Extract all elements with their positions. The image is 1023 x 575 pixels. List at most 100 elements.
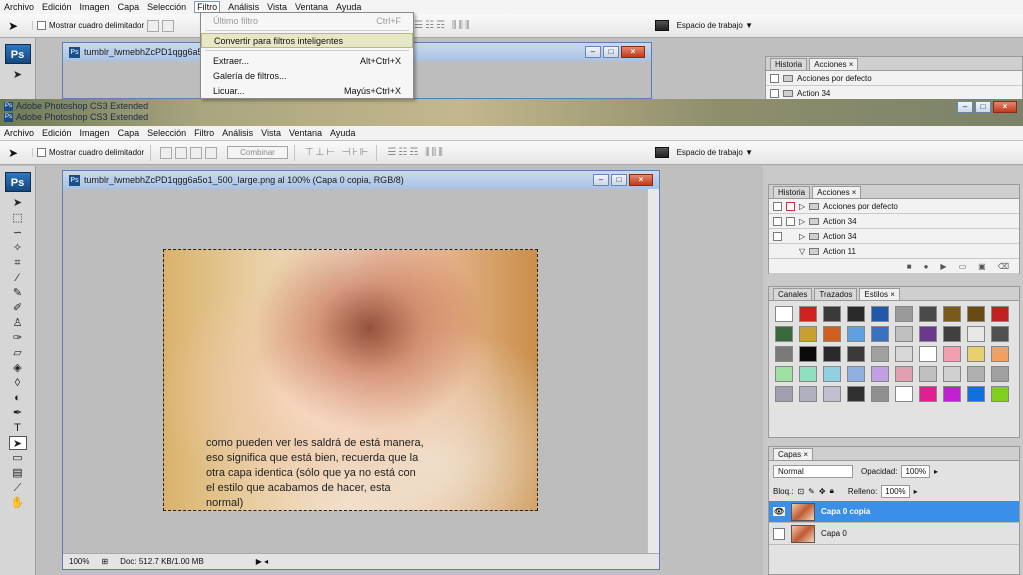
menu-imagen[interactable]: Imagen xyxy=(80,128,110,138)
minimize-icon[interactable]: – xyxy=(593,174,609,186)
play-icon[interactable]: ▶ xyxy=(940,262,946,271)
align-icon[interactable] xyxy=(162,19,175,32)
style-swatch[interactable] xyxy=(943,326,961,342)
check-icon[interactable] xyxy=(770,73,779,83)
minimize-icon[interactable]: – xyxy=(585,46,601,58)
style-swatch[interactable] xyxy=(871,326,889,342)
style-swatch[interactable] xyxy=(847,346,865,362)
layer-row[interactable]: 👁︎ Capa 0 copia xyxy=(769,501,1019,523)
tab-trazados[interactable]: Trazados xyxy=(814,288,858,300)
layer-row[interactable]: Capa 0 xyxy=(769,523,1019,545)
style-swatch[interactable] xyxy=(871,306,889,322)
style-swatch[interactable] xyxy=(775,306,793,322)
menu-item-extraer[interactable]: Extraer... Alt+Ctrl+X xyxy=(201,53,413,68)
menu-seleccion[interactable]: Selección xyxy=(147,128,186,138)
move-tool-icon[interactable]: ➤ xyxy=(0,19,26,33)
style-swatch[interactable] xyxy=(823,366,841,382)
eyedropper-icon[interactable]: ⟋ xyxy=(9,481,27,495)
tab-historia[interactable]: Historia xyxy=(770,58,808,70)
style-swatch[interactable] xyxy=(799,366,817,382)
expand-arrow-icon[interactable]: ▷ xyxy=(799,202,805,211)
menu-imagen[interactable]: Imagen xyxy=(80,2,110,12)
style-swatch[interactable] xyxy=(895,366,913,382)
eye-icon[interactable]: 👁︎ xyxy=(773,507,785,516)
tab-capas[interactable]: Capas × xyxy=(773,448,814,460)
move-tool-icon[interactable]: ➤ xyxy=(9,196,27,210)
style-swatch[interactable] xyxy=(967,366,985,382)
close-icon[interactable]: × xyxy=(621,46,645,58)
image-canvas[interactable]: como pueden ver les saldrá de está maner… xyxy=(163,249,538,511)
menu-edicion[interactable]: Edición xyxy=(42,128,72,138)
menu-item-ultimo-filtro[interactable]: Último filtro Ctrl+F xyxy=(201,13,413,28)
dodge-tool-icon[interactable]: ◐ xyxy=(9,391,27,405)
fill-slider-arrow-icon[interactable]: ▸ xyxy=(914,487,918,496)
vertical-scrollbar[interactable] xyxy=(647,189,659,553)
maximize-icon[interactable]: □ xyxy=(603,46,619,58)
show-bounds-checkbox[interactable] xyxy=(37,148,46,157)
stop-icon[interactable]: ■ xyxy=(907,262,912,271)
trash-icon[interactable]: ⌫ xyxy=(998,262,1009,271)
lock-transparent-icon[interactable]: ⊡ xyxy=(797,487,804,496)
fill-input[interactable]: 100% xyxy=(881,484,910,498)
style-swatch[interactable] xyxy=(799,326,817,342)
align-icon[interactable] xyxy=(205,146,218,159)
workspace-menu[interactable]: Espacio de trabajo ▼ xyxy=(654,147,753,158)
opacity-slider-arrow-icon[interactable]: ▸ xyxy=(934,467,938,476)
lasso-tool-icon[interactable]: ∽ xyxy=(9,226,27,240)
style-swatch[interactable] xyxy=(847,326,865,342)
style-swatch[interactable] xyxy=(847,306,865,322)
check-icon[interactable] xyxy=(773,231,782,241)
opacity-input[interactable]: 100% xyxy=(901,464,930,478)
style-swatch[interactable] xyxy=(919,326,937,342)
move-tool-icon[interactable]: ➤ xyxy=(0,146,26,160)
style-swatch[interactable] xyxy=(895,326,913,342)
style-swatch[interactable] xyxy=(775,386,793,402)
style-swatch[interactable] xyxy=(799,306,817,322)
style-swatch[interactable] xyxy=(871,366,889,382)
style-swatch[interactable] xyxy=(991,326,1009,342)
style-swatch[interactable] xyxy=(991,306,1009,322)
align-icon[interactable] xyxy=(190,146,203,159)
distribute-icons[interactable]: ☰☷☶ ⫼⫼⫼ xyxy=(387,147,444,158)
notes-tool-icon[interactable]: ▤ xyxy=(9,466,27,480)
style-swatch[interactable] xyxy=(991,366,1009,382)
style-swatch[interactable] xyxy=(895,306,913,322)
maximize-icon[interactable]: □ xyxy=(611,174,627,186)
maximize-icon[interactable]: □ xyxy=(975,101,991,113)
menu-filtro-active[interactable]: Filtro xyxy=(194,0,221,13)
close-icon[interactable]: × xyxy=(629,174,653,186)
menu-archivo[interactable]: Archivo xyxy=(4,2,34,12)
menu-archivo[interactable]: Archivo xyxy=(4,128,34,138)
clone-stamp-icon[interactable]: ♙ xyxy=(9,316,27,330)
minimize-icon[interactable]: – xyxy=(957,101,973,113)
type-tool-icon[interactable]: T xyxy=(9,421,27,435)
style-swatch[interactable] xyxy=(967,306,985,322)
menu-analisis[interactable]: Análisis xyxy=(222,128,253,138)
healing-brush-icon[interactable]: ✎ xyxy=(9,286,27,300)
blur-tool-icon[interactable]: ◊ xyxy=(9,376,27,390)
crop-tool-icon[interactable]: ⌗ xyxy=(9,256,27,270)
check-icon[interactable] xyxy=(773,201,782,211)
style-swatch[interactable] xyxy=(943,366,961,382)
workspace-menu[interactable]: Espacio de trabajo ▼ xyxy=(654,20,753,31)
style-swatch[interactable] xyxy=(919,386,937,402)
action-row[interactable]: ▷ Action 34 xyxy=(769,214,1019,229)
style-swatch[interactable] xyxy=(943,306,961,322)
action-row[interactable]: ▷ Action 34 xyxy=(769,229,1019,244)
lock-position-icon[interactable]: ✥ xyxy=(819,487,826,496)
check-icon[interactable] xyxy=(770,88,779,98)
align-icon[interactable] xyxy=(160,146,173,159)
brush-tool-icon[interactable]: ✐ xyxy=(9,301,27,315)
marquee-tool-icon[interactable]: ⬚ xyxy=(9,211,27,225)
expand-arrow-icon[interactable]: ▷ xyxy=(799,217,805,226)
style-swatch[interactable] xyxy=(871,386,889,402)
menu-analisis[interactable]: Análisis xyxy=(228,2,259,12)
menu-edicion[interactable]: Edición xyxy=(42,2,72,12)
magic-wand-icon[interactable]: ✧ xyxy=(9,241,27,255)
menu-ayuda[interactable]: Ayuda xyxy=(336,2,361,12)
style-swatch[interactable] xyxy=(847,386,865,402)
style-swatch[interactable] xyxy=(799,346,817,362)
paint-bucket-icon[interactable]: ◈ xyxy=(9,361,27,375)
style-swatch[interactable] xyxy=(967,346,985,362)
new-set-icon[interactable]: ▭ xyxy=(959,262,967,271)
